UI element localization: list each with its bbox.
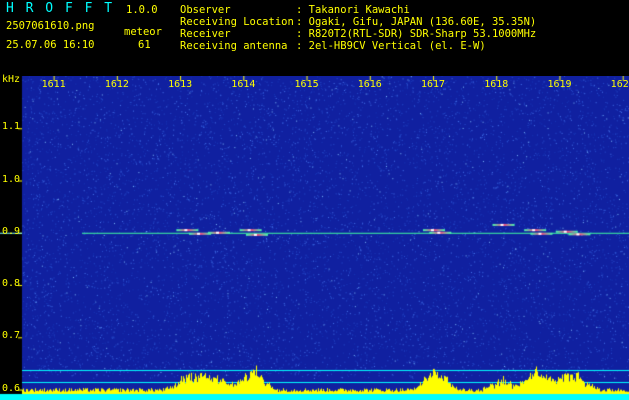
y-tick-label: 1.0	[2, 173, 21, 185]
datetime: 25.07.06 16:10	[6, 39, 95, 51]
app-version: 1.0.0	[126, 4, 158, 16]
y-tick-label: 0.6	[2, 382, 21, 394]
info-value-antenna: : 2el-HB9CV Vertical (el. E-W)	[296, 40, 486, 52]
file-name: 2507061610.png	[6, 20, 95, 32]
x-tick-label: 1614	[231, 79, 256, 90]
x-tick-label: 1620	[610, 79, 629, 90]
x-tick-label: 1613	[168, 79, 193, 90]
x-tick-label: 1611	[41, 79, 66, 90]
x-tick-label: 1618	[484, 79, 509, 90]
x-tick-label: 1619	[547, 79, 572, 90]
x-tick-label: 1612	[104, 79, 129, 90]
y-tick-label: 0.9	[2, 225, 21, 237]
meteor-count: 61	[138, 39, 151, 51]
y-axis-unit: kHz	[2, 74, 21, 85]
x-tick-label: 1617	[420, 79, 446, 90]
meteor-label: meteor	[124, 26, 162, 38]
info-key-antenna: Receiving antenna	[180, 40, 288, 52]
spectrogram-canvas	[0, 76, 629, 400]
app-title: H R O F F T	[6, 1, 115, 16]
x-tick-label: 1615	[294, 79, 319, 90]
y-tick-label: 0.8	[2, 278, 21, 290]
y-tick-label: 1.1	[2, 121, 21, 133]
x-tick-label: 1616	[357, 79, 382, 90]
y-tick-label: 0.7	[2, 330, 21, 342]
